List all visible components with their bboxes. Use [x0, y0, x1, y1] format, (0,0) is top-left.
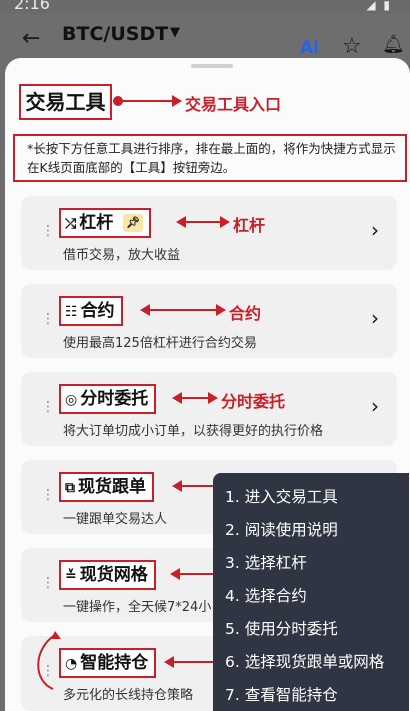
step-item: 7. 查看智能持仓 — [225, 686, 338, 704]
annotation-arrow — [140, 304, 226, 316]
pair-selector[interactable]: BTC/USDT — [62, 23, 168, 45]
grid-icon: ≚ — [65, 568, 77, 584]
annotation-arrow — [172, 392, 218, 404]
tool-desc: 一键操作，全天候7*24小 — [63, 600, 212, 615]
leverage-callout: 杠杆 — [233, 216, 266, 235]
tool-title-box: ◔ 智能持仓 — [59, 648, 157, 678]
tool-name: 现货网格 — [79, 565, 148, 585]
tool-card-futures[interactable]: ⋮⋮ ☷ 合约 使用最高125倍杠杆进行合约交易 › — [21, 284, 397, 358]
sort-notice: *长按下方任意工具进行排序，排在最上面的，将作为快捷方式显示在K线页面底部的【工… — [13, 134, 407, 182]
annotation-arrow — [176, 216, 230, 228]
tool-desc: 一键跟单交易达人 — [63, 512, 168, 527]
status-time: 2:16 — [14, 0, 50, 13]
tool-title-box: ⤮ 杠杆 📌︎ — [59, 208, 152, 238]
tool-name: 合约 — [80, 301, 115, 321]
twap-icon: ◎ — [65, 392, 78, 408]
step-item: 2. 阅读使用说明 — [225, 521, 338, 539]
tool-name: 智能持仓 — [80, 653, 149, 673]
title-callout: 交易工具入口 — [185, 95, 282, 114]
ai-button[interactable]: Ai — [300, 38, 319, 58]
tool-name: 现货跟单 — [78, 477, 146, 497]
steps-overlay: 1. 进入交易工具 2. 阅读使用说明 3. 选择杠杆 4. 选择合约 5. 使… — [213, 473, 409, 711]
status-bar: 2:16 ◢ ▮ — [0, 0, 410, 14]
pin-icon[interactable]: 📌︎ — [123, 214, 144, 232]
leverage-icon: ⤮ — [65, 216, 77, 232]
twap-callout: 分时委托 — [221, 392, 286, 411]
copy-trading-icon: ⧉ — [65, 480, 75, 496]
caret-down-icon[interactable]: ▼ — [170, 25, 180, 40]
sheet-handle[interactable] — [191, 64, 233, 68]
futures-icon: ☷ — [65, 304, 78, 320]
tool-title-box: ◎ 分时委托 — [59, 384, 157, 414]
tool-name: 杠杆 — [79, 213, 114, 233]
tool-title-box: ⧉ 现货跟单 — [59, 472, 154, 502]
annotation-arrow — [113, 95, 182, 107]
chevron-right-icon[interactable]: › — [371, 218, 379, 242]
tool-name: 分时委托 — [80, 389, 149, 409]
star-icon[interactable]: ☆ — [342, 34, 362, 59]
annotation-arrow — [164, 656, 215, 668]
futures-callout: 合约 — [229, 304, 262, 323]
chevron-right-icon[interactable]: › — [371, 306, 379, 330]
bell-icon[interactable]: 🔔︎ — [382, 34, 405, 55]
status-icons: ◢ ▮ — [366, 0, 392, 12]
annotation-curved-arrow — [37, 631, 61, 690]
tool-title-box: ☷ 合约 — [59, 296, 123, 326]
step-item: 1. 进入交易工具 — [225, 488, 338, 506]
tool-desc: 将大订单切成小订单，以获得更好的执行价格 — [63, 424, 324, 439]
chevron-right-icon[interactable]: › — [371, 394, 379, 418]
step-item: 5. 使用分时委托 — [225, 620, 338, 638]
tool-desc: 借币交易，放大收益 — [63, 248, 181, 263]
step-item: 3. 选择杠杆 — [225, 554, 307, 572]
annotation-arrow — [170, 568, 215, 580]
arrow-left-icon[interactable]: ← — [22, 28, 40, 50]
tool-card-leverage[interactable]: ⋮⋮ ⤮ 杠杆 📌︎ 借币交易，放大收益 › — [21, 196, 397, 270]
step-item: 4. 选择合约 — [225, 587, 307, 605]
tool-title-box: ≚ 现货网格 — [59, 560, 156, 590]
tool-desc: 多元化的长线持仓策略 — [63, 688, 194, 703]
app-bar: ← BTC/USDT ▼ Ai ☆ 🔔︎ — [0, 14, 410, 59]
step-item: 6. 选择现货跟单或网格 — [225, 653, 385, 671]
sheet-title: 交易工具 — [19, 84, 112, 120]
tool-card-twap[interactable]: ⋮⋮ ◎ 分时委托 将大订单切成小订单，以获得更好的执行价格 › — [21, 372, 397, 446]
tool-desc: 使用最高125倍杠杆进行合约交易 — [63, 336, 257, 351]
annotation-arrow — [172, 480, 215, 492]
